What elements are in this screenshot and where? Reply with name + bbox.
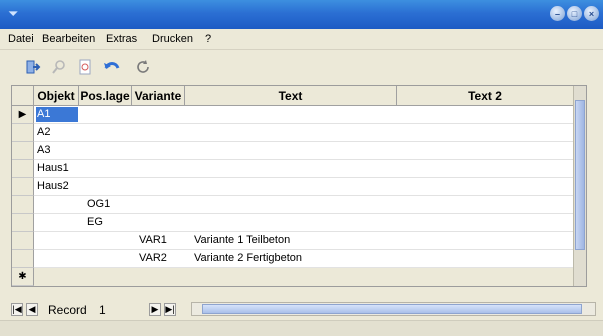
row-header-current[interactable]: ▶: [12, 106, 34, 124]
row-header[interactable]: [12, 124, 34, 142]
data-grid: Objekt Pos.lage Variante Text Text 2 ▶ ✱…: [11, 85, 587, 287]
horizontal-scrollbar[interactable]: [191, 302, 596, 316]
record-navigator: |◀ ◀ Record 1 ▶ ▶|: [11, 300, 603, 322]
table-row[interactable]: EG: [34, 214, 586, 232]
table-row[interactable]: A1: [34, 106, 586, 124]
table-row[interactable]: A3: [34, 142, 586, 160]
row-header[interactable]: [12, 178, 34, 196]
cell-text[interactable]: Variante 1 Teilbeton: [194, 234, 290, 246]
vertical-scroll-thumb[interactable]: [575, 100, 585, 250]
menu-drucken[interactable]: Drucken: [152, 33, 193, 45]
minimize-icon[interactable]: –: [550, 6, 565, 21]
cell-objekt[interactable]: A2: [37, 126, 50, 138]
title-bar: ⏷ – □ ×: [0, 0, 603, 29]
row-header[interactable]: [12, 196, 34, 214]
app-funnel-icon: ⏷: [8, 6, 19, 21]
last-record-button[interactable]: ▶|: [164, 303, 176, 316]
search-icon[interactable]: [50, 58, 68, 76]
menu-help[interactable]: ?: [205, 33, 211, 45]
grid-corner-header: [12, 86, 34, 106]
record-label: Record: [48, 303, 87, 317]
cell-variante[interactable]: VAR2: [139, 252, 167, 264]
row-header[interactable]: [12, 250, 34, 268]
record-number-field[interactable]: 1: [99, 303, 106, 317]
toolbar: [0, 50, 603, 84]
cell-objekt[interactable]: Haus1: [37, 162, 69, 174]
cell-text[interactable]: Variante 2 Fertigbeton: [194, 252, 302, 264]
table-row[interactable]: OG1: [34, 196, 586, 214]
cell-objekt[interactable]: Haus2: [37, 180, 69, 192]
next-record-button[interactable]: ▶: [149, 303, 161, 316]
row-header[interactable]: [12, 214, 34, 232]
column-header-text2[interactable]: Text 2: [397, 86, 574, 106]
previous-record-button[interactable]: ◀: [26, 303, 38, 316]
maximize-icon[interactable]: □: [567, 6, 582, 21]
horizontal-scroll-thumb[interactable]: [202, 304, 582, 314]
column-header-text[interactable]: Text: [185, 86, 397, 106]
close-icon[interactable]: ×: [584, 6, 599, 21]
column-header-objekt[interactable]: Objekt: [34, 86, 79, 106]
menu-bar: Datei Bearbeiten Extras Drucken ?: [0, 29, 603, 50]
menu-bearbeiten[interactable]: Bearbeiten: [42, 33, 95, 45]
refresh-icon[interactable]: [134, 58, 152, 76]
menu-datei[interactable]: Datei: [8, 33, 34, 45]
column-header-variante[interactable]: Variante: [132, 86, 185, 106]
application-window: ⏷ – □ × Datei Bearbeiten Extras Drucken …: [0, 0, 603, 336]
undo-icon[interactable]: [102, 58, 120, 76]
new-record-row[interactable]: [34, 268, 586, 286]
row-header[interactable]: [12, 232, 34, 250]
cell-poslage[interactable]: OG1: [87, 198, 110, 210]
current-row-icon: ▶: [18, 109, 27, 120]
row-header[interactable]: [12, 160, 34, 178]
table-row[interactable]: VAR2 Variante 2 Fertigbeton: [34, 250, 586, 268]
exit-icon[interactable]: [24, 58, 42, 76]
table-row[interactable]: VAR1 Variante 1 Teilbeton: [34, 232, 586, 250]
menu-extras[interactable]: Extras: [106, 33, 137, 45]
column-header-poslage[interactable]: Pos.lage: [79, 86, 132, 106]
table-row[interactable]: Haus2: [34, 178, 586, 196]
vertical-scrollbar[interactable]: [573, 86, 586, 286]
first-record-button[interactable]: |◀: [11, 303, 23, 316]
table-row[interactable]: A2: [34, 124, 586, 142]
print-preview-icon[interactable]: [76, 58, 94, 76]
cell-objekt[interactable]: A1: [37, 108, 50, 120]
row-header-new[interactable]: ✱: [12, 268, 34, 286]
cell-objekt[interactable]: A3: [37, 144, 50, 156]
table-row[interactable]: Haus1: [34, 160, 586, 178]
status-bar: [0, 320, 603, 336]
new-row-icon: ✱: [18, 271, 27, 282]
row-header[interactable]: [12, 142, 34, 160]
cell-variante[interactable]: VAR1: [139, 234, 167, 246]
cell-poslage[interactable]: EG: [87, 216, 103, 228]
